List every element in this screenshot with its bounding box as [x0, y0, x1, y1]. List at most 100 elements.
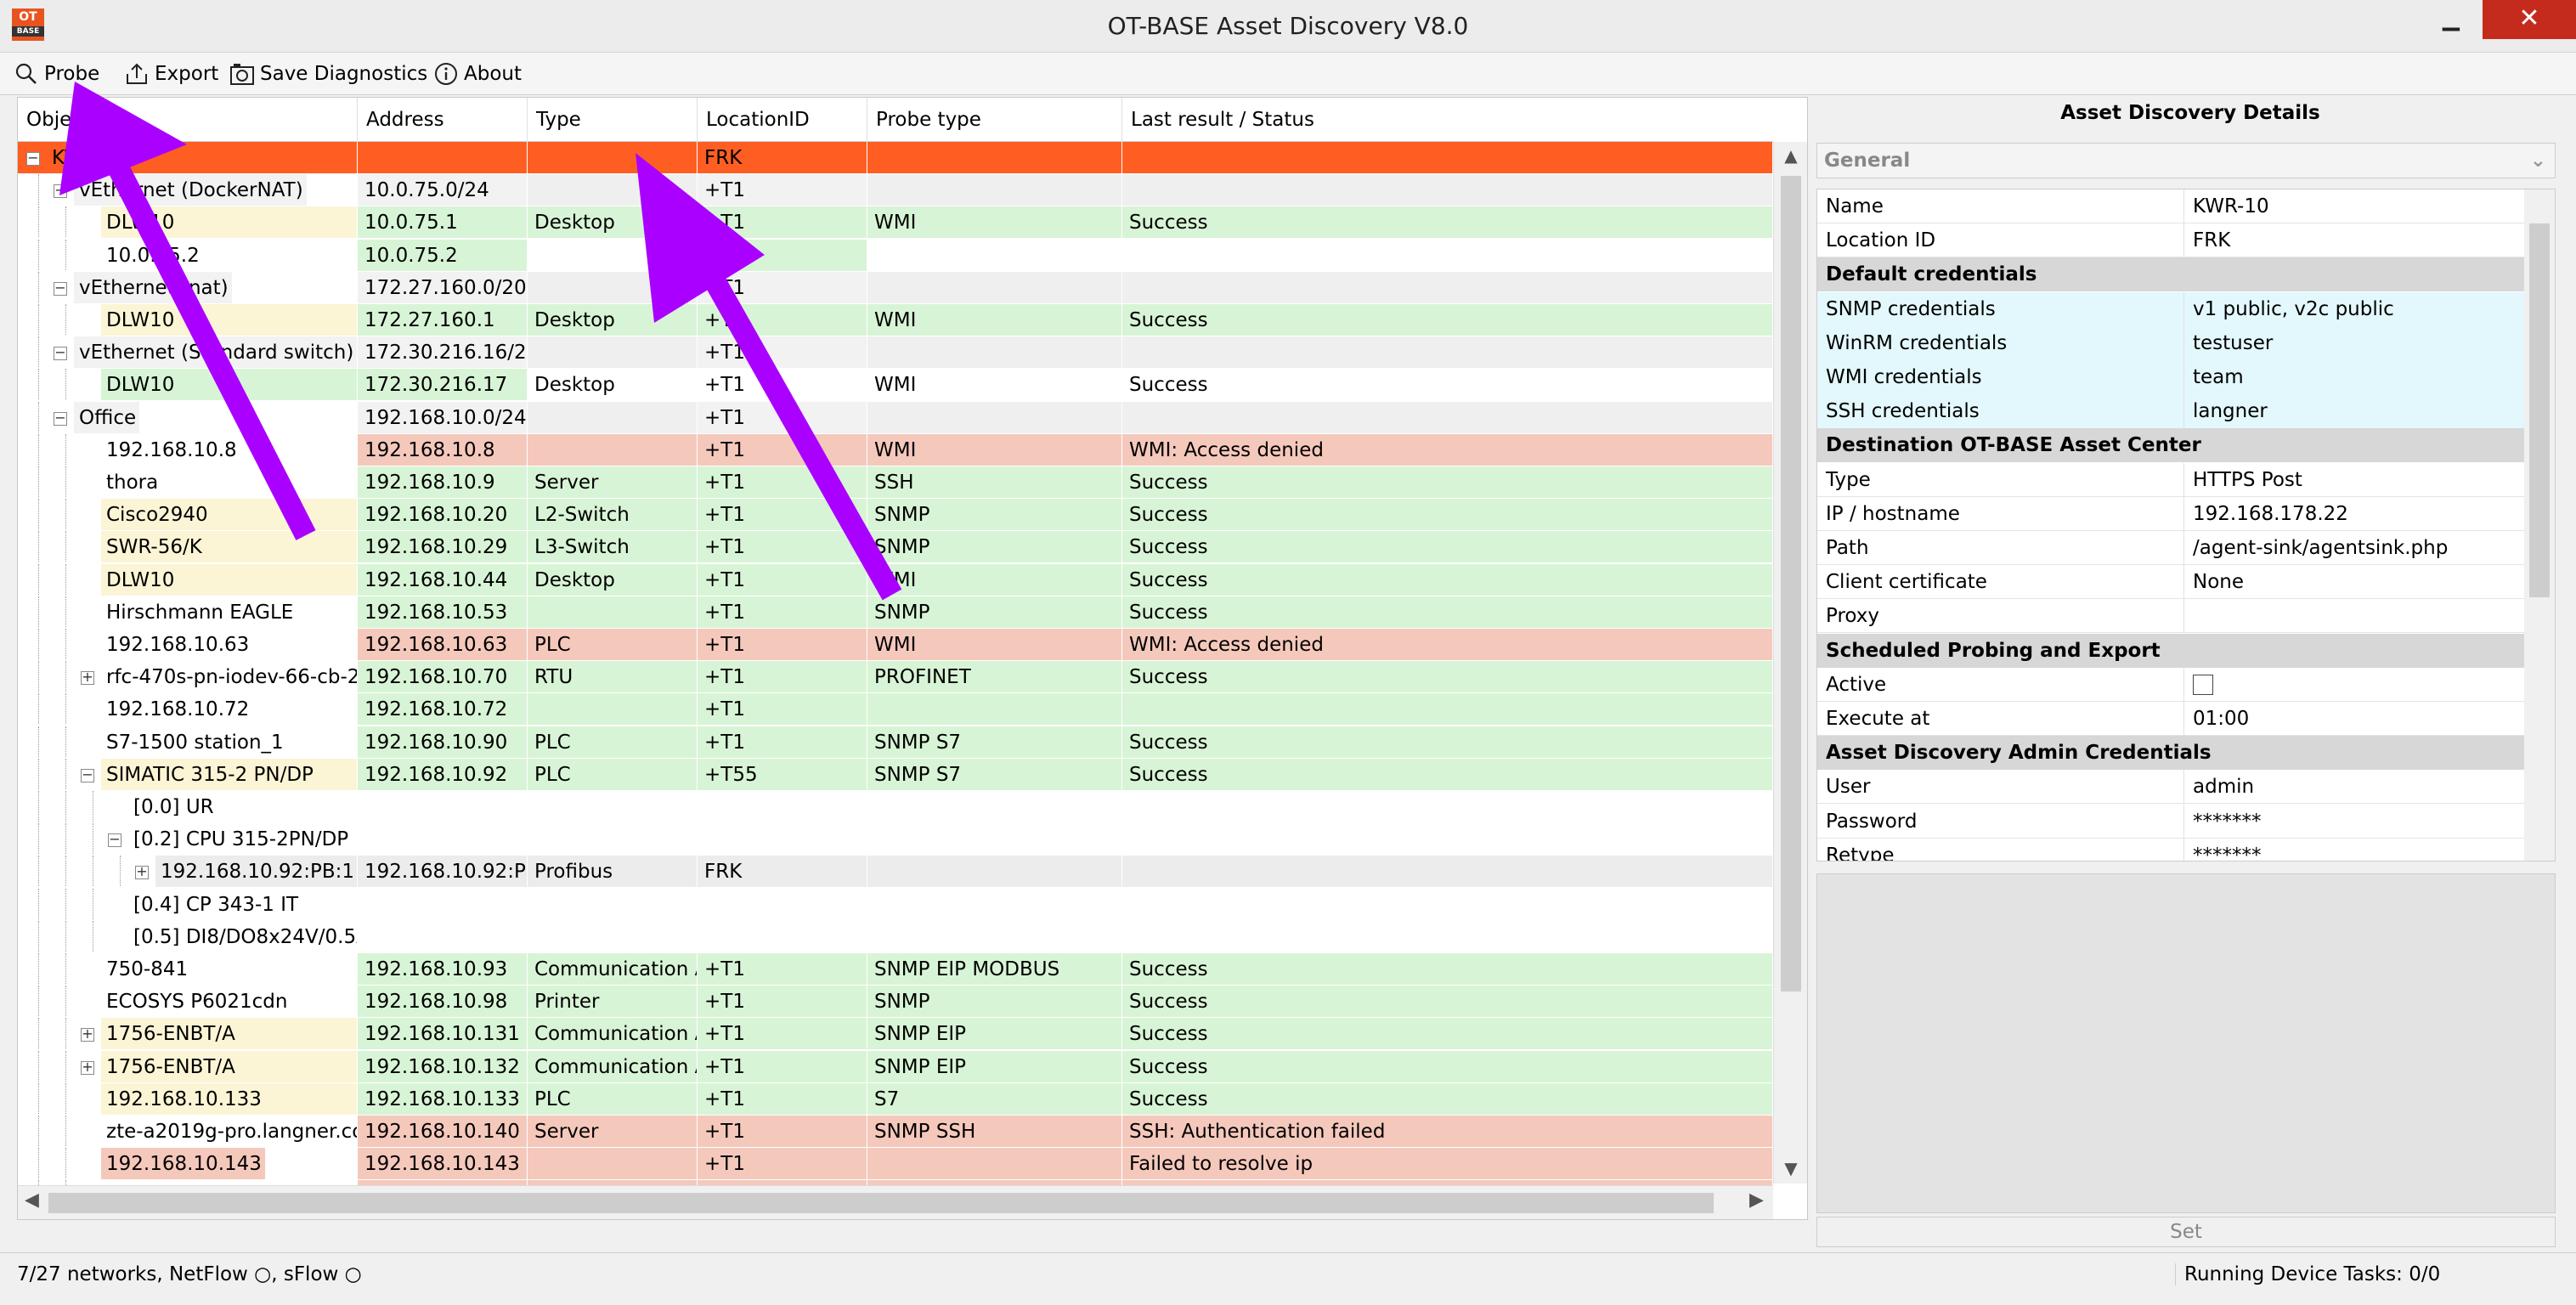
property-row[interactable]: Client certificate None [1817, 565, 2524, 600]
property-value[interactable]: testuser [2184, 325, 2524, 360]
table-row[interactable]: 192.168.10.133 192.168.10.133 PLC +T1 S7 Succ… [18, 1082, 1773, 1116]
property-value[interactable]: /agent-sink/agentsink.php [2184, 531, 2524, 565]
property-category[interactable]: Scheduled Probing and Export [1817, 633, 2524, 668]
table-row[interactable]: [0.4] CP 343-1 IT [18, 888, 1773, 921]
table-row[interactable]: ECOSYS P6021cdn 192.168.10.98 Printer +T1 SN… [18, 986, 1773, 1019]
horizontal-scroll-thumb[interactable] [48, 1193, 1714, 1213]
property-value[interactable]: 01:00 [2184, 702, 2524, 736]
table-row[interactable]: − [0.2] CPU 315-2PN/DP [18, 823, 1773, 856]
table-row[interactable]: DLW10 172.30.216.17 Desktop +T1 WMI Success [18, 369, 1773, 402]
table-row[interactable]: − SIMATIC 315-2 PN/DP 192.168.10.92 PLC +T55… [18, 758, 1773, 791]
table-row[interactable]: Cisco2940 192.168.10.20 L2-Switch +T1 SNMP Su… [18, 499, 1773, 532]
table-row[interactable]: − vEthernet (Standard switch) 172.30.216.1… [18, 336, 1773, 370]
horizontal-scrollbar[interactable]: ◀ ▶ [18, 1185, 1773, 1219]
table-row[interactable]: thora 192.168.10.9 Server +T1 SSH Success [18, 466, 1773, 499]
table-row[interactable]: Hirschmann EAGLE 192.168.10.53 +T1 SNMP Succ… [18, 596, 1773, 629]
save-diagnostics-button[interactable]: Save Diagnostics [229, 59, 427, 88]
table-row[interactable]: + rfc-470s-pn-iodev-66-cb-29 192.168.10.70… [18, 661, 1773, 694]
about-button[interactable]: About [433, 59, 522, 88]
property-value[interactable]: 192.168.178.22 [2184, 497, 2524, 531]
collapse-icon[interactable]: − [26, 151, 40, 166]
property-row[interactable]: User admin [1817, 770, 2524, 805]
property-row[interactable]: SSH credentials langner [1817, 394, 2524, 429]
property-row[interactable]: Password ******* [1817, 804, 2524, 839]
property-row[interactable]: Location ID FRK [1817, 223, 2524, 258]
table-row[interactable]: − vEthernet (DockerNAT) 10.0.75.0/24 +T1 [18, 174, 1773, 207]
expand-icon[interactable]: + [81, 1027, 94, 1042]
scroll-right-icon[interactable]: ▶ [1749, 1189, 1764, 1211]
table-row[interactable]: 192.168.10.72 192.168.10.72 +T1 [18, 693, 1773, 726]
scroll-up-icon[interactable]: ▲ [1774, 145, 1807, 166]
collapse-icon[interactable]: − [54, 410, 67, 426]
column-header-probe-type[interactable]: Probe type [867, 98, 1122, 142]
property-value[interactable]: admin [2184, 770, 2524, 804]
table-row[interactable]: 10.0.75.2 10.0.75.2 +T1 [18, 239, 1773, 272]
property-value[interactable]: ******* [2184, 839, 2524, 861]
column-header-address[interactable]: Address [358, 98, 528, 142]
property-value[interactable]: team [2184, 360, 2524, 394]
property-row[interactable]: IP / hostname 192.168.178.22 [1817, 496, 2524, 531]
table-row[interactable]: zte-a2019g-pro.langner.com 192.168.10.140… [18, 1116, 1773, 1148]
property-category[interactable]: Destination OT-BASE Asset Center [1817, 428, 2524, 463]
expand-icon[interactable]: + [81, 670, 94, 686]
property-row[interactable]: Name KWR-10 [1817, 189, 2524, 223]
vertical-scrollbar[interactable]: ▲ ▼ [1773, 142, 1807, 1184]
collapse-icon[interactable]: − [108, 833, 121, 848]
export-button[interactable]: Export [124, 59, 218, 88]
collapse-icon[interactable]: − [54, 184, 67, 199]
probe-button[interactable]: Probe [14, 59, 99, 88]
property-grid[interactable]: Name KWR-10 Location ID FRK Default credenti… [1816, 189, 2556, 862]
property-value[interactable]: KWR-10 [2184, 189, 2524, 223]
property-row[interactable]: SNMP credentials v1 public, v2c public [1817, 291, 2524, 326]
table-row[interactable]: DLW10 10.0.75.1 Desktop +T1 WMI Success [18, 206, 1773, 240]
property-value[interactable]: None [2184, 565, 2524, 599]
table-row[interactable]: +1756-ENBT/A 192.168.10.132 Communication … [18, 1050, 1773, 1083]
property-row[interactable]: WinRM credentials testuser [1817, 325, 2524, 360]
property-value[interactable]: ******* [2184, 805, 2524, 839]
table-row[interactable]: DLW10 192.168.10.44 Desktop +T1 WMI Success [18, 563, 1773, 596]
expand-icon[interactable]: + [135, 865, 149, 880]
property-value[interactable]: FRK [2184, 223, 2524, 257]
table-row[interactable]: − Office 192.168.10.0/24 +T1 [18, 401, 1773, 434]
table-row[interactable]: 192.168.10.8 192.168.10.8 +T1 WMI WMI: Acces… [18, 433, 1773, 466]
property-category[interactable]: Asset Discovery Admin Credentials [1817, 736, 2524, 771]
table-row[interactable]: 750-841192.168.10.93Communication Adapte… [18, 953, 1773, 986]
close-button[interactable]: ✕ [2483, 0, 2576, 39]
table-row[interactable]: 192.168.10.143 192.168.10.143 +T1 Failed to… [18, 1148, 1773, 1181]
property-row[interactable]: Type HTTPS Post [1817, 462, 2524, 497]
property-row[interactable]: Retype ******* [1817, 838, 2524, 861]
property-row[interactable]: Execute at 01:00 [1817, 702, 2524, 736]
table-row[interactable]: [0.5] DI8/DO8x24V/0.5A [18, 920, 1773, 953]
table-row[interactable]: SWR-56/K 192.168.10.29 L3-Switch +T1 SNMP Suc… [18, 531, 1773, 564]
table-row[interactable]: +1756-ENBT/A 192.168.10.131 Communication … [18, 1018, 1773, 1051]
property-category[interactable]: Default credentials [1817, 257, 2524, 292]
property-value[interactable]: langner [2184, 394, 2524, 429]
table-row[interactable]: 192.168.10.63 192.168.10.63 PLC +T1 WMI WMI: … [18, 629, 1773, 661]
collapse-icon[interactable]: − [54, 280, 67, 296]
property-scroll-thumb[interactable] [2529, 223, 2550, 597]
table-row[interactable]: S7-1500 station_1 192.168.10.90 PLC +T1 SNMP… [18, 726, 1773, 759]
property-value[interactable] [2184, 668, 2524, 702]
property-row[interactable]: Path/agent-sink/agentsink.php [1817, 531, 2524, 565]
column-header-location[interactable]: LocationID [698, 98, 867, 142]
column-header-object[interactable]: Object [18, 98, 358, 142]
details-category-select[interactable]: General ⌄ [1816, 143, 2556, 178]
property-value[interactable] [2184, 599, 2524, 633]
collapse-icon[interactable]: − [81, 767, 94, 782]
property-row[interactable]: Proxy [1817, 599, 2524, 634]
scroll-down-icon[interactable]: ▼ [1774, 1158, 1807, 1178]
table-row[interactable]: − KWR-10 FRK [18, 142, 1773, 174]
property-scrollbar[interactable] [2524, 189, 2555, 861]
property-value[interactable]: HTTPS Post [2184, 463, 2524, 497]
asset-tree-grid[interactable]: Object Address Type LocationID Probe typ… [17, 97, 1808, 1220]
vertical-scroll-thumb[interactable] [1781, 176, 1801, 991]
table-row[interactable]: [0.0] UR [18, 791, 1773, 823]
column-header-type[interactable]: Type [528, 98, 698, 142]
expand-icon[interactable]: + [81, 1059, 94, 1075]
column-header-status[interactable]: Last result / Status [1122, 98, 1773, 142]
collapse-icon[interactable]: − [54, 346, 67, 361]
scroll-left-icon[interactable]: ◀ [25, 1189, 39, 1211]
property-value[interactable]: v1 public, v2c public [2184, 291, 2524, 326]
property-row[interactable]: WMI credentials team [1817, 360, 2524, 394]
set-button[interactable]: Set [1816, 1217, 2556, 1247]
